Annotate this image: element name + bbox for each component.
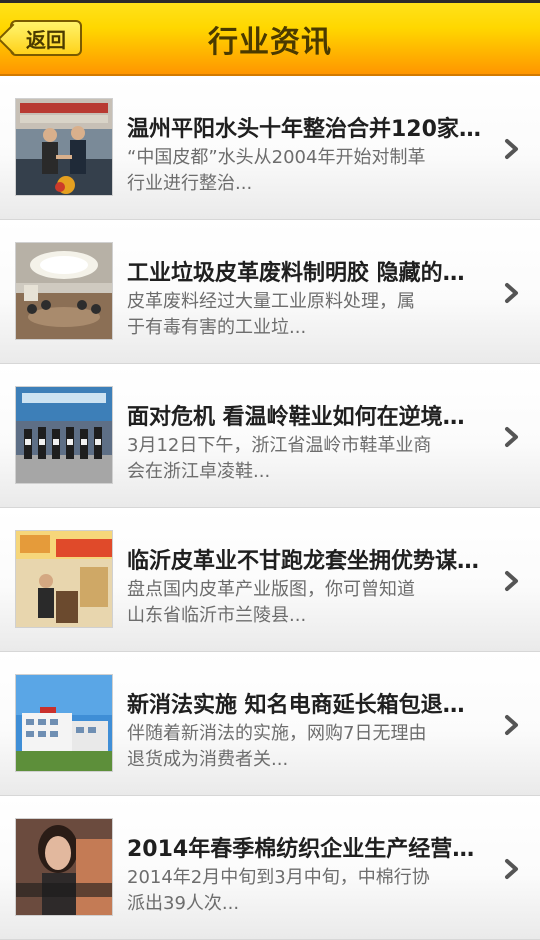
news-thumbnail xyxy=(15,386,113,484)
news-summary-line: 2014年2月中旬到3月中旬，中棉行协 xyxy=(127,867,430,888)
photo-woman-portrait-icon xyxy=(16,819,112,915)
news-summary-line: 退货成为消费者关... xyxy=(127,749,289,770)
chevron-right-icon xyxy=(505,139,518,159)
chevron-right-icon xyxy=(505,715,518,735)
news-thumbnail xyxy=(15,530,113,628)
news-thumbnail xyxy=(15,98,113,196)
news-summary-line: “中国皮都”水头从2004年开始对制革 xyxy=(127,147,426,168)
news-summary-line: 会在浙江卓凌鞋... xyxy=(127,461,271,482)
chevron-right-icon xyxy=(505,859,518,879)
news-title: 新消法实施 知名电商延长箱包退换期 xyxy=(127,693,482,718)
news-title: 工业垃圾皮革废料制明胶 隐藏的危害 xyxy=(127,261,482,286)
news-summary: 2014年2月中旬到3月中旬，中棉行协 派出39人次... xyxy=(127,865,477,917)
news-thumbnail xyxy=(15,818,113,916)
news-thumbnail xyxy=(15,242,113,340)
chevron-right-icon xyxy=(505,283,518,303)
news-thumbnail xyxy=(15,674,113,772)
news-item[interactable]: 温州平阳水头十年整治合并120家皮革企业 “中国皮都”水头从2004年开始对制革… xyxy=(0,76,540,220)
chevron-right-icon xyxy=(505,571,518,591)
photo-handshake-ceremony-icon xyxy=(16,99,112,195)
news-summary-line: 山东省临沂市兰陵县... xyxy=(127,605,307,626)
news-item[interactable]: 新消法实施 知名电商延长箱包退换期 伴随着新消法的实施，网购7日无理由 退货成为… xyxy=(0,652,540,796)
news-item[interactable]: 2014年春季棉纺织企业生产经营调查 2014年2月中旬到3月中旬，中棉行协 派… xyxy=(0,796,540,940)
news-summary: 伴随着新消法的实施，网购7日无理由 退货成为消费者关... xyxy=(127,721,477,773)
news-item[interactable]: 面对危机 看温岭鞋业如何在逆境中前行 3月12日下午，浙江省温岭市鞋革业商 会在… xyxy=(0,364,540,508)
photo-award-stage-icon xyxy=(16,387,112,483)
news-summary: 3月12日下午，浙江省温岭市鞋革业商 会在浙江卓凌鞋... xyxy=(127,433,477,485)
news-title: 面对危机 看温岭鞋业如何在逆境中前行 xyxy=(127,405,482,430)
photo-factory-building-icon xyxy=(16,675,112,771)
news-list: 温州平阳水头十年整治合并120家皮革企业 “中国皮都”水头从2004年开始对制革… xyxy=(0,76,540,940)
news-summary-line: 于有毒有害的工业垃... xyxy=(127,317,307,338)
news-summary-line: 盘点国内皮革产业版图，你可曾知道 xyxy=(127,579,415,600)
news-summary: 皮革废料经过大量工业原料处理，属 于有毒有害的工业垃... xyxy=(127,289,477,341)
news-summary-line: 行业进行整治... xyxy=(127,173,253,194)
news-summary-line: 伴随着新消法的实施，网购7日无理由 xyxy=(127,723,427,744)
news-title: 临沂皮革业不甘跑龙套坐拥优势谋发展 xyxy=(127,549,482,574)
news-item[interactable]: 临沂皮革业不甘跑龙套坐拥优势谋发展 盘点国内皮革产业版图，你可曾知道 山东省临沂… xyxy=(0,508,540,652)
top-bar: 返回 行业资讯 xyxy=(0,0,540,76)
photo-conference-room-icon xyxy=(16,243,112,339)
page-title: 行业资讯 xyxy=(208,25,332,60)
news-title: 温州平阳水头十年整治合并120家皮革企业 xyxy=(127,117,482,142)
news-summary-line: 派出39人次... xyxy=(127,893,240,914)
news-summary: 盘点国内皮革产业版图，你可曾知道 山东省临沂市兰陵县... xyxy=(127,577,477,629)
photo-speaker-podium-icon xyxy=(16,531,112,627)
chevron-right-icon xyxy=(505,427,518,447)
news-summary: “中国皮都”水头从2004年开始对制革 行业进行整治... xyxy=(127,145,477,197)
news-summary-line: 皮革废料经过大量工业原料处理，属 xyxy=(127,291,415,312)
news-summary-line: 3月12日下午，浙江省温岭市鞋革业商 xyxy=(127,435,432,456)
news-title: 2014年春季棉纺织企业生产经营调查 xyxy=(127,837,482,862)
news-item[interactable]: 工业垃圾皮革废料制明胶 隐藏的危害 皮革废料经过大量工业原料处理，属 于有毒有害… xyxy=(0,220,540,364)
